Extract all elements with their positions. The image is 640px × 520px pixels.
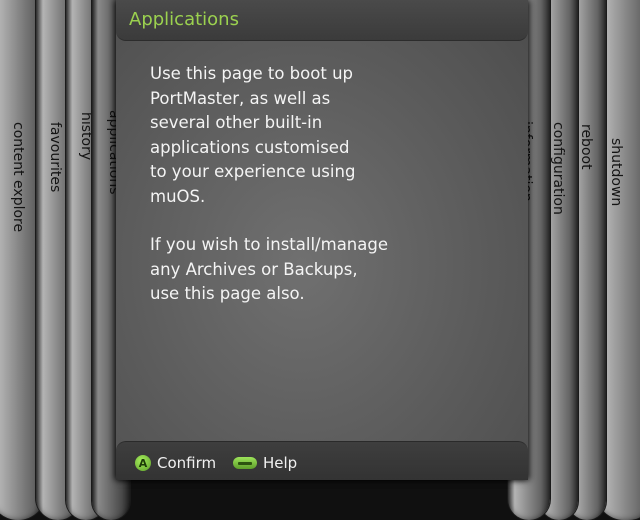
description: Use this page to boot up PortMaster, as … [150,62,510,331]
confirm-label: Confirm [157,454,217,472]
a-button-icon: A [135,455,151,471]
menu-button-icon [233,457,257,469]
tab-label-shutdown: shutdown [608,138,624,207]
help-hint[interactable]: Help [233,454,297,472]
page-title: Applications [129,9,239,30]
tab-label-favourites: favourites [47,122,63,193]
header-bar: Applications [116,0,528,41]
help-label: Help [263,454,298,472]
description-paragraph: If you wish to install/manage any Archiv… [150,235,388,303]
tab-label-reboot: reboot [578,124,594,170]
tab-label-configuration: configuration [550,122,566,215]
footer-bar: A Confirm Help [116,441,528,480]
description-paragraph: Use this page to boot up PortMaster, as … [150,64,356,206]
tab-label-content-explore: content explore [10,122,26,233]
confirm-hint[interactable]: A Confirm [135,454,216,472]
content-panel: Applications Use this page to boot up Po… [116,0,528,480]
